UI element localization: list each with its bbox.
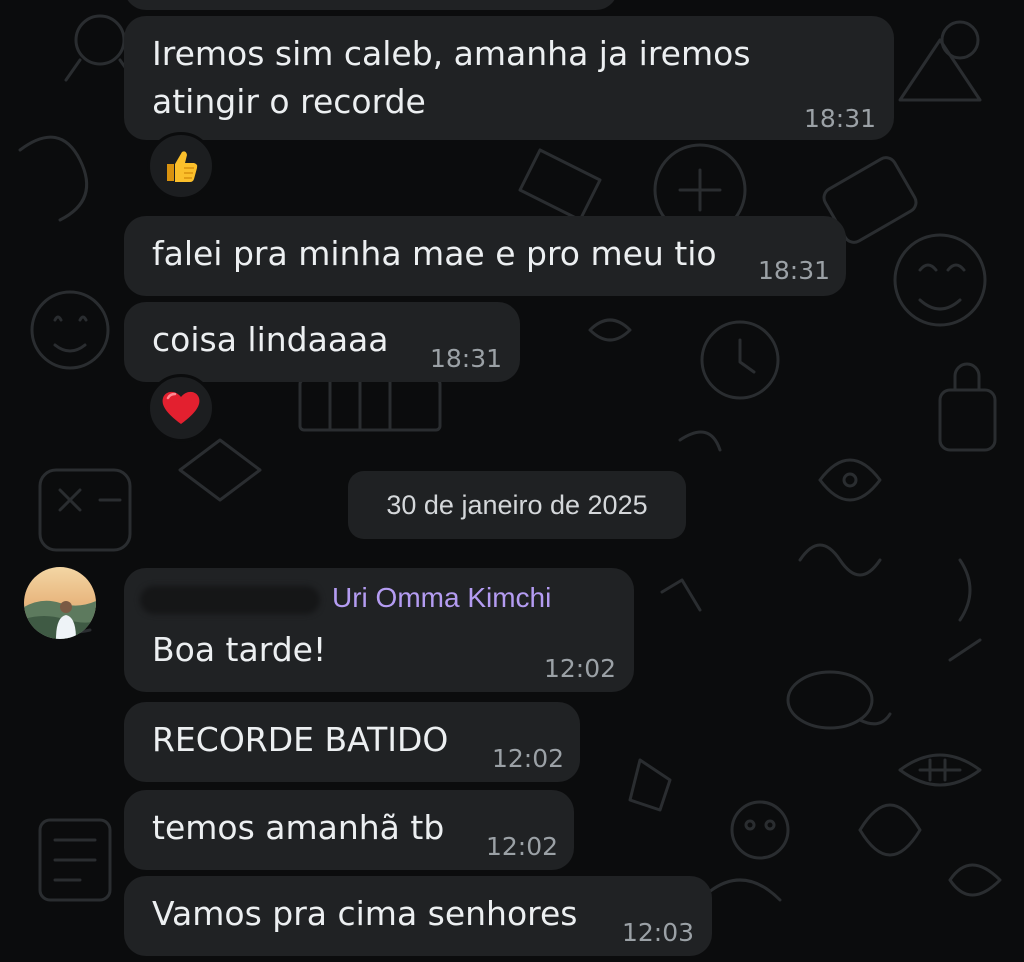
message-text: RECORDE BATIDO <box>152 720 449 759</box>
heart-reaction[interactable] <box>147 374 215 442</box>
avatar[interactable] <box>24 567 96 639</box>
sender-name[interactable]: Uri Omma Kimchi <box>332 578 551 618</box>
redacted-sender-info <box>140 586 320 614</box>
message-timestamp: 12:02 <box>492 744 565 773</box>
red-heart-icon <box>162 391 200 424</box>
message-bubble[interactable]: coisa lindaaaa 18:31 <box>124 302 520 382</box>
message-timestamp: 12:03 <box>622 918 695 947</box>
date-separator: 30 de janeiro de 2025 <box>348 471 686 539</box>
message-timestamp: 18:31 <box>804 104 877 133</box>
message-text: coisa lindaaaa <box>152 320 389 359</box>
message-text: Boa tarde! <box>152 630 327 669</box>
message-timestamp: 18:31 <box>430 344 503 373</box>
message-text: Iremos sim caleb, amanha ja iremos <box>152 34 751 73</box>
previous-message-bubble-edge <box>124 0 618 10</box>
message-bubble[interactable]: Iremos sim caleb, amanha ja iremos ating… <box>124 16 894 140</box>
message-bubble[interactable]: RECORDE BATIDO 12:02 <box>124 702 580 782</box>
profile-photo-icon <box>24 567 96 639</box>
message-text: Vamos pra cima senhores <box>152 894 578 933</box>
message-text: temos amanhã tb <box>152 808 445 847</box>
thumbs-up-reaction[interactable] <box>147 132 215 200</box>
message-timestamp: 12:02 <box>544 654 617 683</box>
message-bubble[interactable]: falei pra minha mae e pro meu tio 18:31 <box>124 216 846 296</box>
message-timestamp: 18:31 <box>758 256 831 285</box>
message-text: falei pra minha mae e pro meu tio <box>152 234 717 273</box>
message-bubble[interactable]: temos amanhã tb 12:02 <box>124 790 574 870</box>
message-bubble[interactable]: Vamos pra cima senhores 12:03 <box>124 876 712 956</box>
message-timestamp: 12:02 <box>486 832 559 861</box>
thumbs-up-icon <box>167 151 198 182</box>
message-text: atingir o recorde <box>152 82 426 121</box>
